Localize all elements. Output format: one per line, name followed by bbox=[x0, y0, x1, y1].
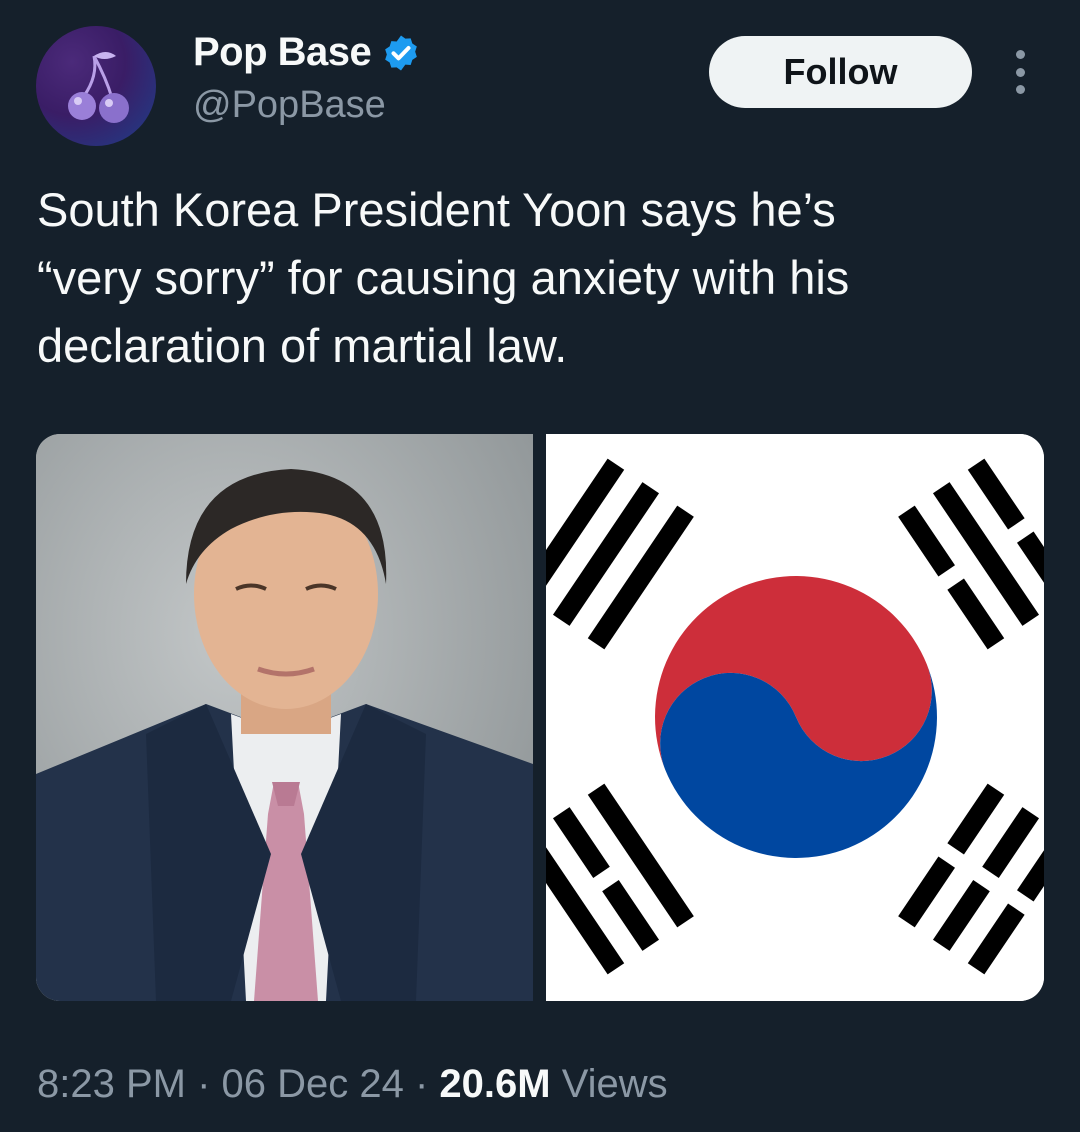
tweet-meta: 8:23 PM · 06 Dec 24 · 20.6M Views bbox=[37, 1062, 668, 1107]
separator: · bbox=[403, 1062, 440, 1106]
tweet-text: South Korea President Yoon says he’s “ve… bbox=[37, 183, 850, 372]
avatar[interactable] bbox=[36, 26, 156, 146]
author-name[interactable]: Pop Base bbox=[193, 30, 372, 75]
tweet-date[interactable]: 06 Dec 24 bbox=[222, 1062, 404, 1106]
more-vertical-icon[interactable] bbox=[1005, 50, 1035, 94]
tweet-time[interactable]: 8:23 PM bbox=[37, 1062, 186, 1106]
views-count: 20.6M bbox=[439, 1062, 551, 1106]
cherry-icon bbox=[68, 52, 129, 123]
portrait-photo[interactable] bbox=[36, 434, 533, 1001]
author-name-row[interactable]: Pop Base bbox=[193, 30, 421, 75]
follow-button[interactable]: Follow bbox=[709, 36, 972, 108]
verified-badge-icon bbox=[385, 35, 418, 70]
media-grid[interactable] bbox=[36, 434, 1044, 1001]
separator: · bbox=[185, 1062, 222, 1106]
views-label: Views bbox=[550, 1062, 668, 1106]
south-korea-flag[interactable] bbox=[546, 434, 1044, 1001]
author-handle[interactable]: @PopBase bbox=[193, 84, 386, 127]
